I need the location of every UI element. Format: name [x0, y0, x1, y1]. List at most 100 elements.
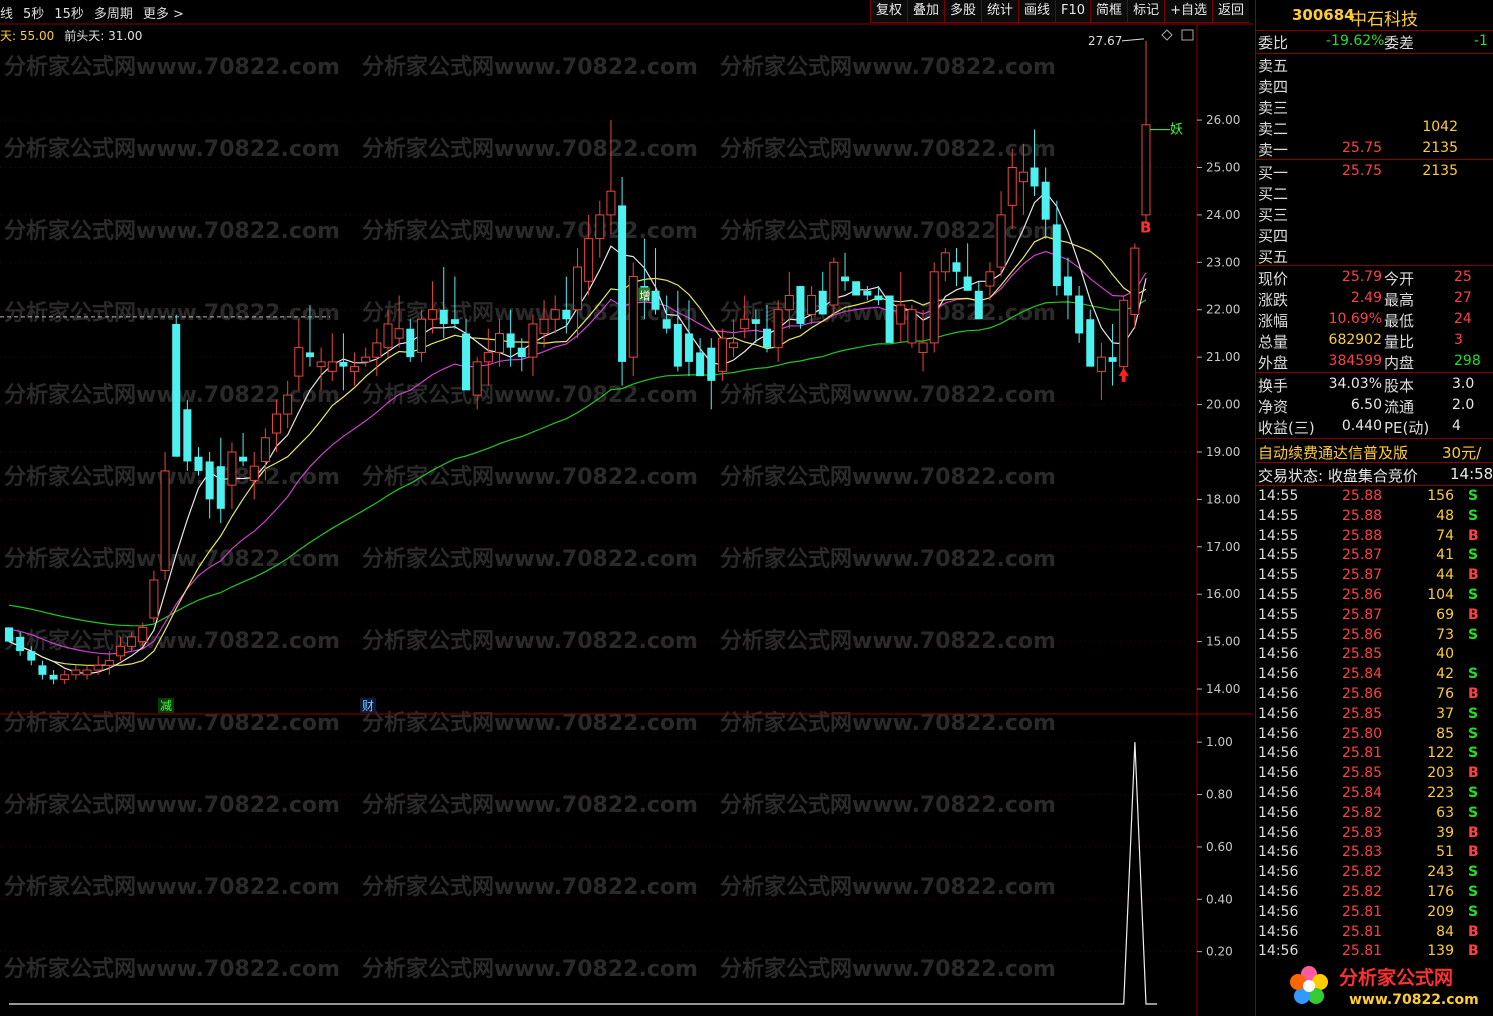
candle-body [160, 470, 170, 572]
sub-axis-label: 0.20 [1206, 945, 1233, 959]
tick-price: 25.82 [1342, 804, 1383, 821]
watermark-text: 分析家公式网www.70822.com [720, 628, 1056, 654]
tick-time: 14:56 [1258, 824, 1299, 841]
fund-label: 收益(三) [1258, 419, 1315, 437]
candle-body [606, 190, 616, 216]
candle-body [1007, 166, 1017, 206]
tick-time: 14:56 [1258, 804, 1299, 821]
tick-price: 25.86 [1342, 587, 1383, 603]
fund-value: 4 [1452, 418, 1461, 434]
sell-label: 卖三 [1258, 99, 1289, 117]
tick-time: 14:55 [1258, 606, 1299, 623]
buy-label: 买一 [1258, 164, 1289, 182]
candle-body [907, 309, 917, 344]
tick-direction: S [1468, 804, 1479, 821]
candle-body [350, 366, 360, 372]
tick-volume: 139 [1427, 943, 1454, 960]
tick-time: 14:55 [1258, 567, 1299, 584]
watermark-text: 分析家公式网www.70822.com [362, 136, 698, 162]
stat-label: 内盘 [1384, 354, 1415, 372]
peak-label: 27.67 [1088, 34, 1122, 48]
candle-body [183, 409, 192, 462]
tick-direction: B [1468, 606, 1479, 623]
candle [60, 670, 70, 685]
fund-label: 股本 [1384, 377, 1415, 395]
candle-body [249, 465, 259, 481]
candle-body [227, 451, 237, 486]
stat-label: 涨幅 [1258, 312, 1289, 330]
tick-direction: B [1468, 824, 1479, 841]
candle [1075, 286, 1084, 343]
weicha-label: 委差 [1384, 34, 1415, 52]
watermark-text: 分析家公式网www.70822.com [362, 54, 698, 80]
candle-body [550, 309, 560, 320]
promo-banner[interactable]: 自动续费通达信普及版 30元/ [1256, 441, 1493, 462]
tick-price: 25.84 [1342, 666, 1383, 683]
tick-direction: S [1468, 725, 1479, 742]
candle [517, 338, 526, 372]
tick-time: 14:56 [1258, 923, 1299, 940]
candle-body [1052, 224, 1061, 287]
sell-label: 卖二 [1258, 120, 1289, 138]
tick-price: 25.83 [1342, 824, 1383, 841]
candle [49, 670, 58, 685]
stat-row: 总量 682902 量比 3 [1256, 330, 1493, 351]
stat-label: 最高 [1384, 291, 1415, 309]
tick-price: 25.87 [1342, 606, 1383, 623]
candle-body [662, 319, 671, 329]
candle [4, 627, 14, 642]
stat-label: 量比 [1384, 333, 1415, 351]
price-axis-label: 23.00 [1206, 255, 1240, 269]
candle [339, 333, 348, 391]
tick-row: 14:55 25.88 74 B [1256, 527, 1493, 546]
candle-body [829, 261, 839, 306]
watermark-text: 分析家公式网www.70822.com [720, 54, 1056, 80]
tick-time: 14:55 [1258, 626, 1299, 643]
tick-volume: 209 [1427, 903, 1454, 920]
candle-body [60, 674, 70, 681]
candle-body [841, 276, 850, 282]
tick-direction: S [1468, 705, 1479, 722]
price-axis-label: 26.00 [1206, 113, 1240, 127]
candle-body [82, 669, 92, 676]
candle [618, 176, 627, 386]
candle-body [517, 347, 526, 358]
tick-price: 25.83 [1342, 844, 1383, 861]
tick-row: 14:56 25.80 85 S [1256, 725, 1493, 744]
tick-time: 14:56 [1258, 705, 1299, 722]
candle [1141, 124, 1151, 225]
watermark-text: 分析家公式网www.70822.com [4, 300, 340, 326]
candle [773, 300, 783, 362]
price-axis-label: 16.00 [1206, 587, 1240, 601]
buy-row: 买一 25.75 2135 [1256, 161, 1493, 182]
weibi-row: 委比 -19.62% 委差 -1 [1256, 31, 1493, 52]
candle-body [194, 456, 203, 471]
candle [361, 347, 371, 367]
candlestick-chart[interactable]: 分析家公式网www.70822.com 分析家公式网www.70822.com 分析… [0, 0, 1253, 1016]
tick-time: 14:55 [1258, 547, 1299, 564]
sell-volume: 2135 [1422, 140, 1458, 156]
watermark-text: 分析家公式网www.70822.com [362, 546, 698, 572]
buy-row: 买五 [1256, 245, 1493, 266]
buy-label: 买五 [1258, 248, 1289, 266]
sub-axis-label: 0.60 [1206, 840, 1233, 854]
candle [160, 451, 170, 580]
tick-time: 14:56 [1258, 686, 1299, 702]
watermark-text: 分析家公式网www.70822.com [362, 300, 698, 326]
weicha-value: -1 [1474, 33, 1488, 49]
candle [1086, 309, 1095, 367]
tick-volume: 84 [1436, 923, 1454, 940]
candle-body [38, 665, 47, 675]
candle-body [918, 342, 928, 353]
tick-row: 14:56 25.85 37 S [1256, 705, 1493, 724]
candle [896, 271, 906, 343]
tick-time: 14:56 [1258, 765, 1299, 782]
promo-text: 自动续费通达信普及版 [1258, 444, 1409, 462]
tick-volume: 176 [1427, 884, 1454, 900]
tick-volume: 39 [1436, 824, 1454, 841]
watermark-text: 分析家公式网www.70822.com [720, 546, 1056, 572]
trade-status: 交易状态: 收盘集合竞价 [1258, 467, 1418, 485]
candle-body [807, 295, 817, 315]
candle-body [539, 318, 549, 334]
tick-time: 14:56 [1258, 725, 1299, 742]
